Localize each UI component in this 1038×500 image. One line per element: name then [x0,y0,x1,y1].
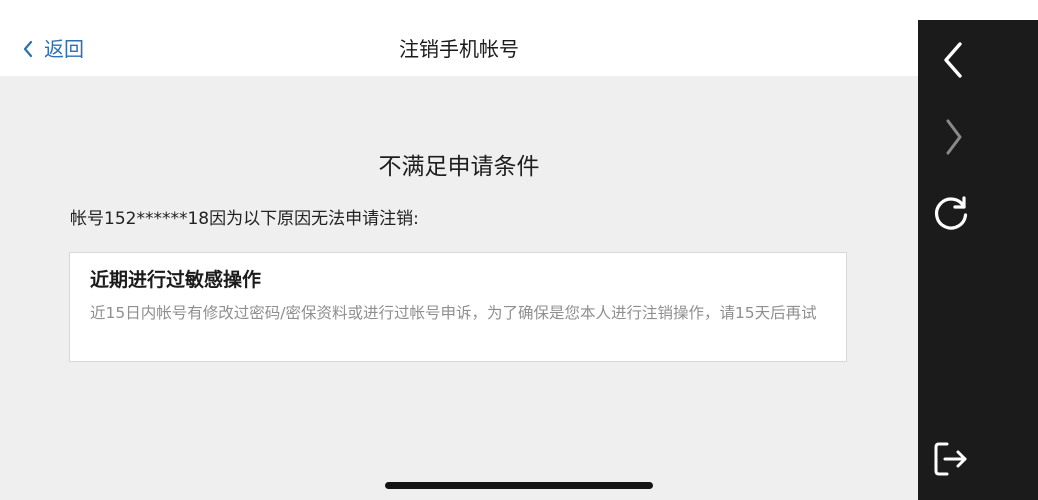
screen: 返回 注销手机帐号 不满足申请条件 帐号152******18因为以下原因无法申… [0,0,1038,500]
browser-side-toolbar [918,20,1038,500]
reason-card: 近期进行过敏感操作 近15日内帐号有修改过密码/密保资料或进行过帐号申诉，为了确… [69,252,847,362]
page-title: 注销手机帐号 [399,37,519,61]
browser-back-button[interactable] [928,35,978,85]
reason-intro: 帐号152******18因为以下原因无法申请注销: [70,209,419,229]
navigation-bar: 返回 注销手机帐号 [0,0,918,76]
browser-exit-button[interactable] [926,434,976,484]
chevron-right-icon [946,119,962,155]
browser-refresh-button[interactable] [926,188,976,238]
result-heading: 不满足申请条件 [378,154,540,180]
chevron-left-icon [944,42,962,78]
webview-page: 返回 注销手机帐号 不满足申请条件 帐号152******18因为以下原因无法申… [0,0,918,500]
browser-forward-button[interactable] [928,112,978,162]
exit-icon [934,442,967,476]
reason-description: 近15日内帐号有修改过密码/密保资料或进行过帐号申诉，为了确保是您本人进行注销操… [90,304,817,322]
home-indicator[interactable] [385,482,653,489]
refresh-icon [935,196,968,230]
reason-title: 近期进行过敏感操作 [90,269,262,291]
